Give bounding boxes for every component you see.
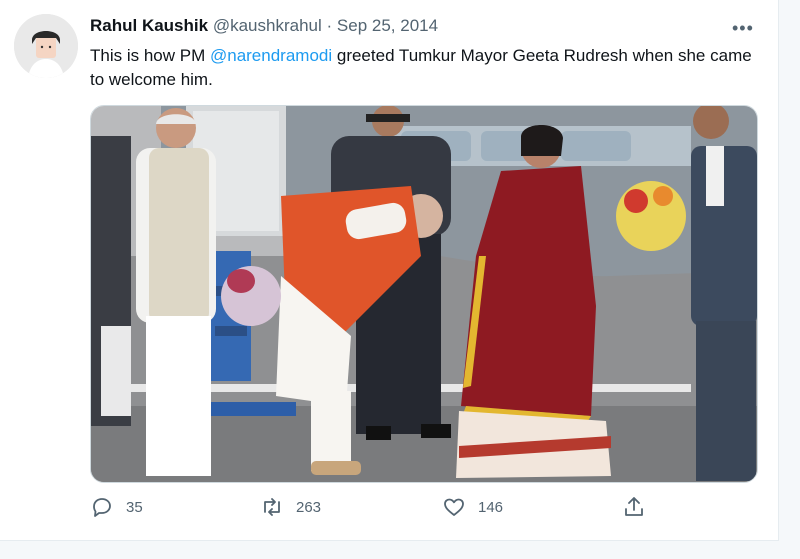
tweet-photo[interactable] [90,105,758,483]
more-icon[interactable]: ••• [732,18,754,39]
share-icon [625,497,643,516]
tweet-text: This is how PM @narendramodi greeted Tum… [90,44,765,92]
tweet-actions: 35 263 146 [90,493,690,523]
reply-count: 35 [126,498,143,516]
mention-link[interactable]: @narendramodi [210,46,332,65]
like-button[interactable]: 146 [442,493,503,521]
author-name[interactable]: Rahul Kaushik [90,16,208,35]
retweet-icon [264,498,280,516]
like-count: 146 [478,498,504,516]
author-handle[interactable]: @kaushkrahul [213,16,322,35]
tweet-header: Rahul Kaushik @kaushkrahul · Sep 25, 201… [90,16,438,36]
tweet-text-start: This is how PM [90,46,210,65]
retweet-button[interactable]: 263 [260,493,321,521]
reply-button[interactable]: 35 [90,493,143,521]
avatar[interactable] [14,14,78,78]
separator: · [326,16,333,35]
photo-illustration [91,106,757,482]
tweet-card[interactable]: Rahul Kaushik @kaushkrahul · Sep 25, 201… [0,0,779,541]
reply-icon [93,498,111,517]
share-button[interactable] [622,493,646,521]
heart-icon [444,498,464,516]
tweet-date[interactable]: Sep 25, 2014 [337,16,438,35]
avatar-image [14,14,78,78]
retweet-count: 263 [296,498,322,516]
